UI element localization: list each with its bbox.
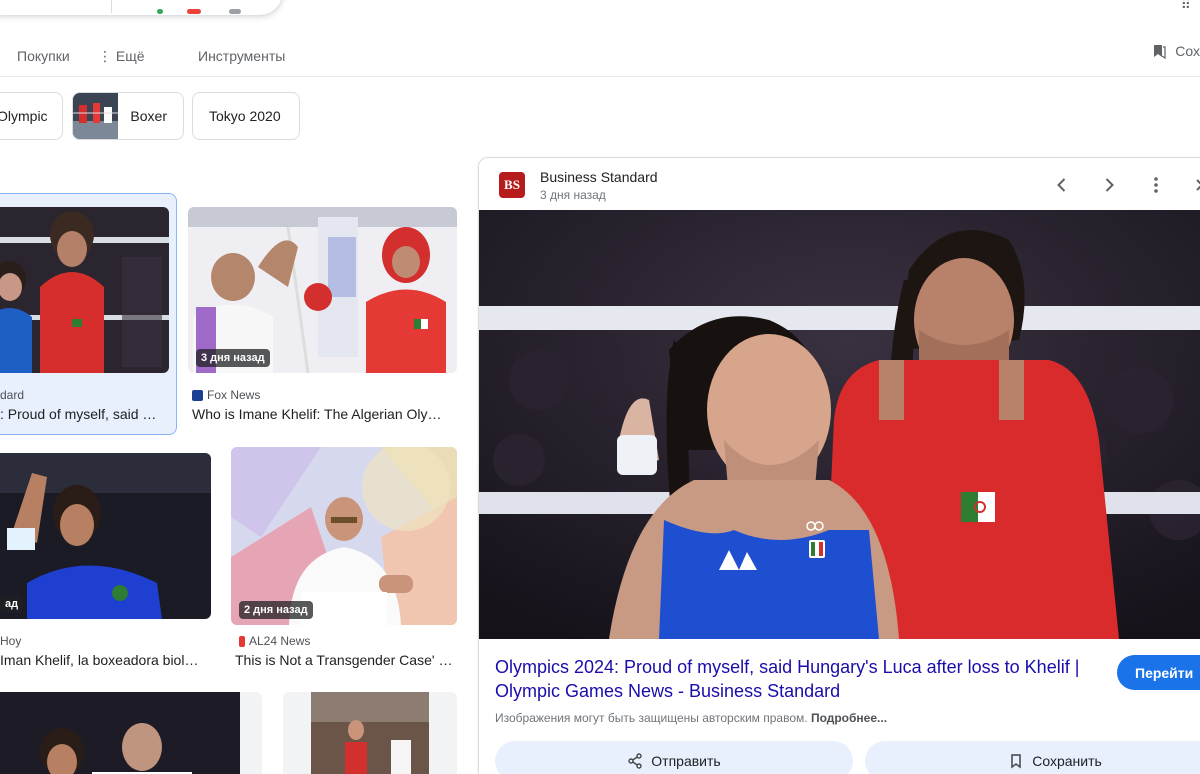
saved-label: Сох: [1175, 43, 1200, 59]
search-box[interactable]: [0, 0, 283, 16]
image-preview-panel: BS Business Standard 3 дня назад Olympic…: [478, 157, 1200, 774]
time-badge: ад: [0, 595, 24, 613]
result-title[interactable]: Who is Imane Khelif: The Algerian Olympi…: [192, 406, 448, 422]
preview-image[interactable]: [479, 210, 1200, 639]
apps-icon[interactable]: ⠿: [1181, 0, 1192, 13]
tab-more[interactable]: ⋮ Ещё: [98, 48, 145, 65]
preview-source[interactable]: Business Standard: [540, 169, 658, 185]
next-icon[interactable]: [1098, 174, 1120, 196]
share-button[interactable]: Отправить: [495, 741, 853, 774]
tools-button[interactable]: Инструменты: [198, 48, 285, 64]
close-icon[interactable]: [1191, 174, 1200, 196]
result-source: AL24 News: [239, 634, 310, 648]
chip-thumbnail: [73, 93, 119, 139]
share-label: Отправить: [651, 753, 721, 769]
visit-button[interactable]: Перейти: [1117, 655, 1200, 690]
chip-label: Tokyo 2020: [209, 108, 281, 124]
bookmark-icon: [1011, 754, 1021, 769]
time-badge: 3 дня назад: [196, 349, 270, 367]
chip-olympic[interactable]: Olympic: [0, 92, 63, 140]
save-label: Сохранить: [1032, 753, 1102, 769]
learn-more-link[interactable]: Подробнее...: [811, 711, 887, 725]
result-source: Hoy: [0, 634, 22, 648]
chip-boxer[interactable]: Boxer: [72, 92, 184, 140]
result-source: dard: [0, 388, 25, 402]
bookmark-collection-icon: [1154, 45, 1166, 59]
copyright-notice: Изображения могут быть защищены авторски…: [495, 711, 888, 725]
chip-label: Boxer: [130, 108, 167, 124]
result-image[interactable]: 2 дня назад: [231, 447, 457, 625]
preview-header: BS Business Standard 3 дня назад: [479, 158, 1200, 210]
search-tabs-bar: Покупки ⋮ Ещё Инструменты: [0, 40, 1200, 77]
business-standard-logo: BS: [499, 172, 525, 198]
result-title[interactable]: Iman Khelif, la boxeadora biológica...: [0, 652, 206, 668]
result-source: Fox News: [192, 388, 260, 402]
chip-tokyo-2020[interactable]: Tokyo 2020: [192, 92, 300, 140]
al24-favicon: [239, 635, 245, 647]
result-title[interactable]: : Proud of myself, said Hungary's Luca..…: [0, 406, 162, 422]
fox-news-favicon: [192, 389, 203, 401]
visit-label: Перейти: [1135, 664, 1194, 681]
search-mic-icon[interactable]: [149, 9, 249, 15]
more-options-icon[interactable]: [1145, 174, 1167, 196]
preview-title-link[interactable]: Olympics 2024: Proud of myself, said Hun…: [495, 655, 1095, 703]
previous-icon[interactable]: [1051, 174, 1073, 196]
save-button[interactable]: Сохранить: [865, 741, 1200, 774]
result-image[interactable]: [283, 692, 457, 774]
result-image[interactable]: [0, 207, 169, 373]
result-image[interactable]: 3 дня назад: [188, 207, 457, 373]
time-badge: 2 дня назад: [239, 601, 313, 619]
saved-button[interactable]: Сох: [1151, 43, 1200, 59]
tab-shopping[interactable]: Покупки: [17, 48, 70, 64]
search-divider: [111, 0, 112, 13]
chip-label: Olympic: [0, 108, 48, 124]
result-image[interactable]: ад: [0, 453, 211, 619]
result-title[interactable]: This is Not a Transgender Case' - IOC...: [235, 652, 455, 668]
preview-time: 3 дня назад: [540, 188, 606, 202]
result-image[interactable]: [0, 692, 262, 774]
share-icon: [628, 753, 642, 769]
